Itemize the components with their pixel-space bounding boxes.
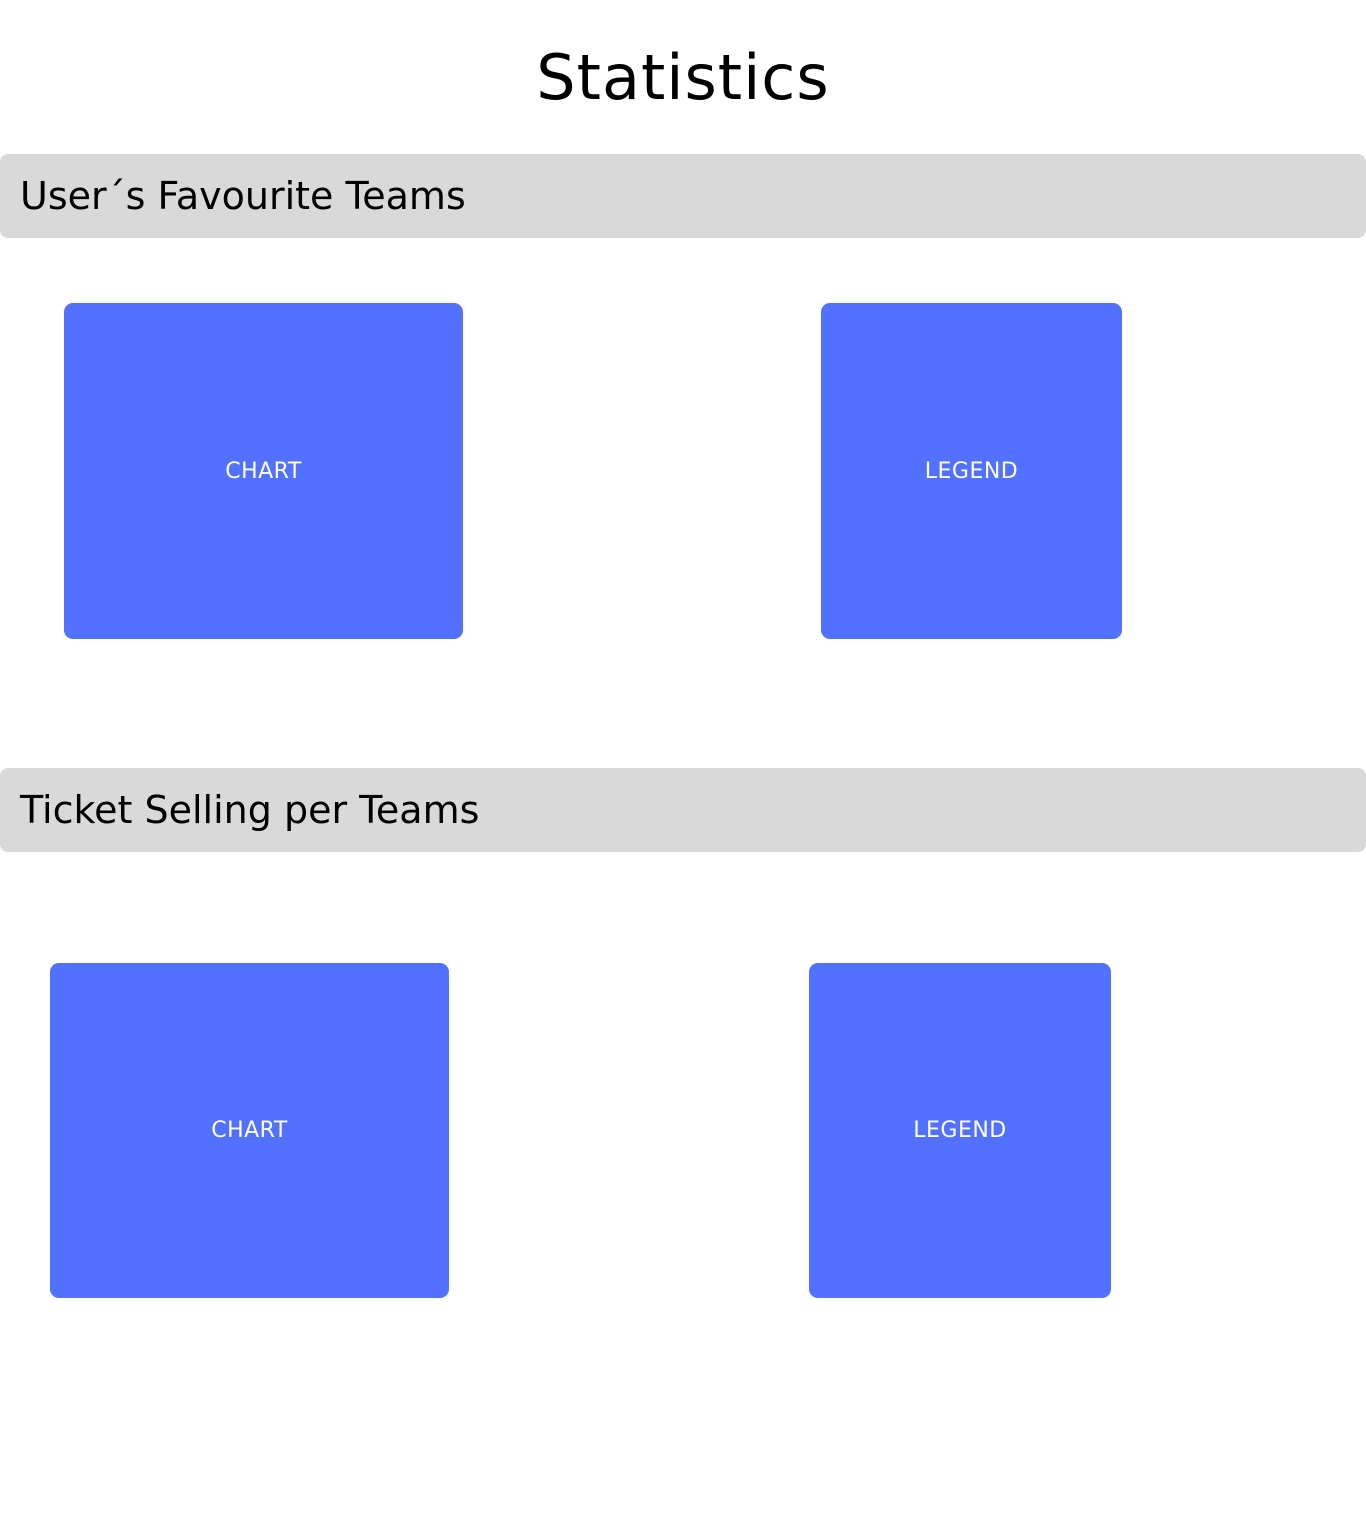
- section-heading: Ticket Selling per Teams: [20, 788, 480, 832]
- chart-placeholder-label: CHART: [225, 458, 302, 484]
- legend-placeholder-label: LEGEND: [924, 458, 1019, 484]
- section-header-ticket-selling: Ticket Selling per Teams: [0, 768, 1366, 852]
- legend-placeholder-label: LEGEND: [913, 1118, 1007, 1143]
- section-header-favourite-teams: User´s Favourite Teams: [0, 154, 1366, 238]
- section-heading: User´s Favourite Teams: [20, 174, 466, 218]
- ticket-selling-chart-placeholder: CHART: [50, 963, 449, 1298]
- chart-placeholder-label: CHART: [211, 1118, 288, 1143]
- page-title: Statistics: [536, 41, 830, 114]
- ticket-selling-legend-placeholder: LEGEND: [809, 963, 1111, 1298]
- favourite-teams-legend-placeholder: LEGEND: [821, 303, 1122, 639]
- favourite-teams-chart-placeholder: CHART: [64, 303, 463, 639]
